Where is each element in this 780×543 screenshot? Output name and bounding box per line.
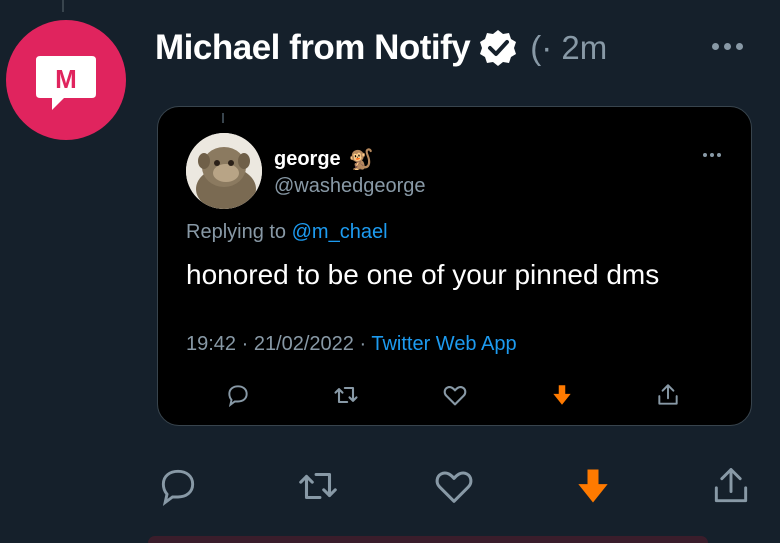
avatar-letter: M	[55, 64, 77, 94]
reply-icon[interactable]	[222, 379, 254, 411]
quoted-meta: 19:42 · 21/02/2022 · Twitter Web App	[186, 333, 517, 356]
replying-mention[interactable]: @m_chael	[292, 221, 388, 243]
message-bubble-icon: M	[36, 56, 96, 110]
like-icon[interactable]	[439, 379, 471, 411]
tweet-time: (· 2m	[530, 29, 608, 66]
share-icon[interactable]	[652, 379, 684, 411]
replying-to: Replying to @m_chael	[186, 221, 388, 244]
retweet-icon[interactable]	[330, 379, 362, 411]
display-name[interactable]: Michael from Notify	[155, 28, 471, 68]
replying-prefix: Replying to	[186, 221, 287, 243]
share-icon[interactable]	[703, 458, 759, 514]
quoted-name[interactable]: george	[274, 148, 341, 171]
download-icon[interactable]	[546, 379, 578, 411]
monkey-plush-avatar-icon	[186, 133, 262, 209]
download-icon[interactable]	[565, 458, 621, 514]
next-tweet-edge	[148, 536, 708, 543]
avatar[interactable]: M	[6, 20, 126, 140]
retweet-icon[interactable]	[290, 458, 346, 514]
more-icon[interactable]	[712, 36, 752, 56]
like-icon[interactable]	[426, 458, 482, 514]
tweet-actions	[150, 458, 770, 514]
quoted-more-icon[interactable]	[703, 153, 721, 157]
quoted-name-row[interactable]: george 🐒	[274, 147, 374, 172]
quoted-handle[interactable]: @washedgeorge	[274, 175, 426, 198]
quoted-tweet-card[interactable]: george 🐒 @washedgeorge Replying to @m_ch…	[157, 106, 752, 426]
verified-badge-icon	[478, 28, 518, 68]
quoted-timestamp[interactable]: 19:42 · 21/02/2022 ·	[186, 333, 366, 355]
quoted-avatar[interactable]	[186, 133, 262, 209]
quoted-thread-line	[222, 113, 224, 123]
monkey-emoji: 🐒	[348, 149, 374, 171]
quoted-text: honored to be one of your pinned dms	[186, 259, 660, 290]
reply-icon[interactable]	[150, 458, 206, 514]
tweet-header: Michael from Notify (· 2m	[155, 24, 607, 72]
quoted-actions	[218, 379, 698, 411]
quoted-source[interactable]: Twitter Web App	[371, 333, 516, 355]
thread-line	[62, 0, 64, 12]
